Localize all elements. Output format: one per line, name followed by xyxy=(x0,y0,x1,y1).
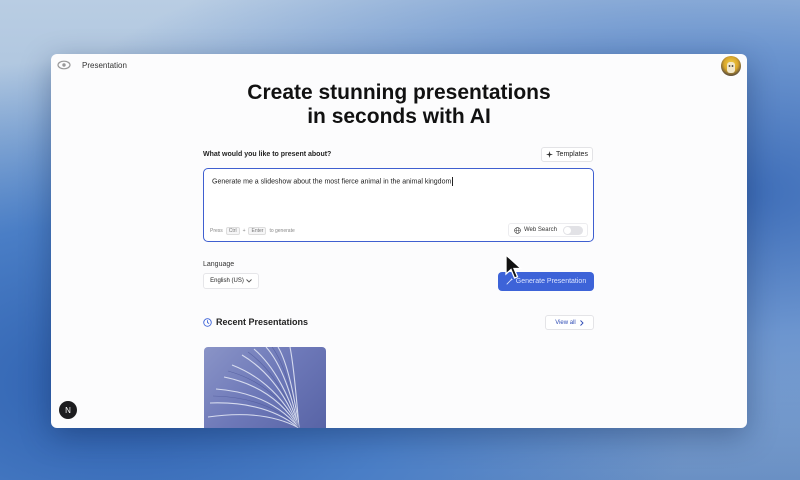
avatar[interactable] xyxy=(721,56,741,76)
ctrl-key-hint: Ctrl xyxy=(225,227,240,235)
hint-to-generate: to generate xyxy=(269,228,295,234)
recent-title-text: Recent Presentations xyxy=(216,317,309,327)
page-title-line-2: in seconds with AI xyxy=(307,105,491,128)
hint-press: Press xyxy=(210,228,223,234)
hint-plus: + xyxy=(242,228,246,234)
clock-icon xyxy=(203,317,212,327)
recent-presentations-heading: Recent Presentations xyxy=(203,317,308,327)
text-caret xyxy=(452,177,454,186)
prompt-input[interactable]: Generate me a slideshow about the most f… xyxy=(203,168,594,242)
prompt-text: Generate me a slideshow about the most f… xyxy=(212,178,452,186)
web-search-toggle[interactable] xyxy=(563,226,583,235)
page-title-line-1: Create stunning presentations xyxy=(247,81,551,104)
chevron-down-icon xyxy=(246,279,252,283)
templates-button[interactable]: Templates xyxy=(541,147,593,162)
cursor-icon xyxy=(505,254,523,279)
view-all-button[interactable]: View all xyxy=(545,315,594,330)
app-window: Presentation Create stunning presentatio… xyxy=(51,54,747,428)
prompt-label: What would you like to present about? xyxy=(203,151,332,158)
web-search-control[interactable]: Web Search xyxy=(508,223,588,237)
language-selected: English (US) xyxy=(210,278,244,284)
n-badge[interactable]: N xyxy=(59,401,77,419)
thumbnail-artwork xyxy=(207,347,300,428)
globe-icon xyxy=(514,226,521,234)
language-select[interactable]: English (US) xyxy=(203,273,259,289)
chevron-right-icon xyxy=(579,319,584,326)
language-label: Language xyxy=(203,261,235,268)
view-all-label: View all xyxy=(555,319,576,326)
templates-label: Templates xyxy=(556,151,588,158)
sparkles-icon xyxy=(546,151,554,158)
keyboard-hint: Press Ctrl + Enter to generate xyxy=(210,227,295,235)
generate-label: Generate Presentation xyxy=(515,278,587,285)
enter-key-hint: Enter xyxy=(248,227,267,235)
eye-icon[interactable] xyxy=(57,60,71,70)
web-search-label: Web Search xyxy=(524,227,557,233)
top-bar: Presentation xyxy=(51,54,747,78)
presentation-thumbnail[interactable] xyxy=(204,347,326,428)
breadcrumb[interactable]: Presentation xyxy=(82,61,127,70)
